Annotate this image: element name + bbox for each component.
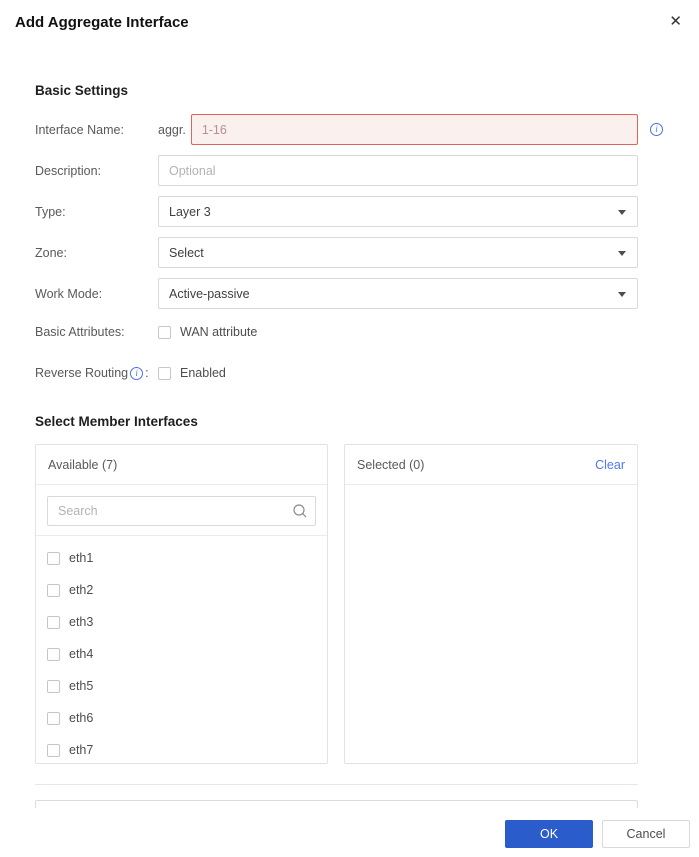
available-panel-title: Available (7) bbox=[48, 457, 118, 472]
work-mode-row: Work Mode: Active-passive bbox=[35, 278, 638, 309]
zone-row: Zone: Select bbox=[35, 237, 638, 268]
eth6-checkbox[interactable] bbox=[47, 711, 60, 725]
interface-label: eth4 bbox=[69, 647, 94, 661]
description-label: Description: bbox=[35, 163, 101, 178]
chevron-down-icon bbox=[618, 210, 626, 215]
basic-attributes-label: Basic Attributes: bbox=[35, 325, 125, 339]
close-icon[interactable]: ✕ bbox=[667, 14, 684, 30]
interface-label: eth1 bbox=[69, 551, 94, 565]
interface-label: eth3 bbox=[69, 615, 94, 629]
work-mode-label: Work Mode: bbox=[35, 286, 103, 301]
list-item[interactable]: eth7 bbox=[47, 734, 316, 766]
type-select[interactable]: Layer 3 bbox=[158, 196, 638, 227]
dialog-title: Add Aggregate Interface bbox=[15, 14, 189, 31]
reverse-routing-label-text: Reverse Routing bbox=[35, 366, 129, 380]
eth1-checkbox[interactable] bbox=[47, 551, 60, 565]
available-interface-list: eth1 eth2 eth3 eth4 eth5 eth6 eth7 bbox=[36, 536, 327, 766]
description-row: Description: bbox=[35, 155, 638, 186]
type-select-value: Layer 3 bbox=[169, 204, 211, 219]
section-divider bbox=[35, 784, 638, 785]
interface-label: eth2 bbox=[69, 583, 94, 597]
description-input[interactable] bbox=[158, 155, 638, 186]
selected-panel-title: Selected (0) bbox=[357, 457, 425, 472]
interface-name-label: Interface Name: bbox=[35, 122, 124, 137]
reverse-routing-label: Reverse Routing i : bbox=[35, 366, 158, 380]
available-panel-header: Available (7) bbox=[36, 445, 327, 485]
work-mode-select[interactable]: Active-passive bbox=[158, 278, 638, 309]
dialog-footer: OK Cancel bbox=[0, 808, 699, 857]
type-row: Type: Layer 3 bbox=[35, 196, 638, 227]
basic-attributes-row: Basic Attributes: WAN attribute bbox=[35, 322, 638, 342]
ok-button[interactable]: OK bbox=[505, 820, 593, 848]
info-icon[interactable]: i bbox=[130, 366, 144, 380]
eth7-checkbox[interactable] bbox=[47, 743, 60, 757]
wan-attribute-checkbox-label: WAN attribute bbox=[180, 325, 258, 339]
list-item[interactable]: eth5 bbox=[47, 670, 316, 702]
clear-link[interactable]: Clear bbox=[595, 458, 625, 472]
reverse-routing-label-suffix: : bbox=[145, 366, 149, 380]
list-item[interactable]: eth6 bbox=[47, 702, 316, 734]
chevron-down-icon bbox=[618, 251, 626, 256]
cancel-button[interactable]: Cancel bbox=[602, 820, 690, 848]
dialog-header: Add Aggregate Interface ✕ bbox=[0, 0, 699, 32]
selected-panel-header: Selected (0) Clear bbox=[345, 445, 637, 485]
eth4-checkbox[interactable] bbox=[47, 647, 60, 661]
enabled-checkbox-label: Enabled bbox=[180, 366, 226, 380]
available-panel: Available (7) eth1 bbox=[35, 444, 328, 764]
zone-select[interactable]: Select bbox=[158, 237, 638, 268]
eth3-checkbox[interactable] bbox=[47, 615, 60, 629]
work-mode-select-value: Active-passive bbox=[169, 286, 250, 301]
interface-label: eth5 bbox=[69, 679, 94, 693]
type-label: Type: bbox=[35, 204, 66, 219]
selected-panel: Selected (0) Clear bbox=[344, 444, 638, 764]
dialog-body: Basic Settings Interface Name: aggr. i D… bbox=[0, 31, 699, 814]
reverse-routing-row: Reverse Routing i : Enabled bbox=[35, 363, 638, 383]
basic-settings-heading: Basic Settings bbox=[35, 83, 129, 98]
list-item[interactable]: eth2 bbox=[47, 574, 316, 606]
member-interfaces-heading: Select Member Interfaces bbox=[35, 414, 198, 429]
search-section bbox=[36, 485, 327, 536]
interface-name-input[interactable] bbox=[190, 114, 638, 145]
interface-label: eth6 bbox=[69, 711, 94, 725]
eth2-checkbox[interactable] bbox=[47, 583, 60, 597]
zone-label: Zone: bbox=[35, 245, 67, 260]
enabled-checkbox[interactable] bbox=[158, 366, 171, 380]
list-item[interactable]: eth4 bbox=[47, 638, 316, 670]
interface-label: eth7 bbox=[69, 743, 94, 757]
list-item[interactable]: eth1 bbox=[47, 542, 316, 574]
interface-name-row: Interface Name: aggr. i bbox=[35, 114, 663, 145]
member-interfaces-panels: Available (7) eth1 bbox=[35, 444, 638, 764]
search-input[interactable] bbox=[47, 496, 316, 526]
info-icon[interactable]: i bbox=[650, 123, 663, 136]
interface-name-prefix: aggr. bbox=[158, 122, 186, 137]
list-item[interactable]: eth3 bbox=[47, 606, 316, 638]
zone-select-value: Select bbox=[169, 245, 204, 260]
eth5-checkbox[interactable] bbox=[47, 679, 60, 693]
wan-attribute-checkbox[interactable] bbox=[158, 325, 171, 339]
chevron-down-icon bbox=[618, 292, 626, 297]
search-icon bbox=[293, 504, 307, 518]
add-aggregate-interface-dialog: Add Aggregate Interface ✕ Basic Settings… bbox=[0, 0, 699, 857]
